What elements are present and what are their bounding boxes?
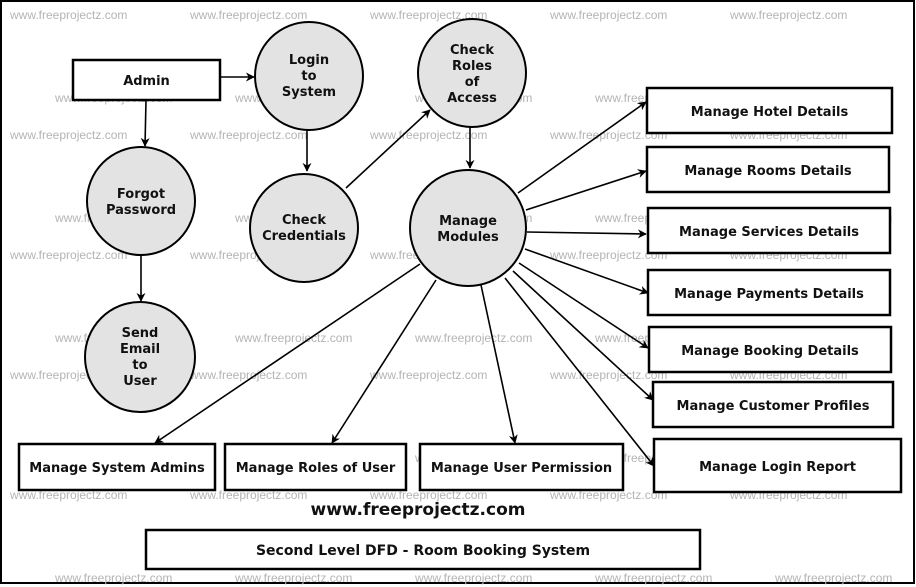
module-manage-services-details[interactable]: Manage Services Details <box>646 206 892 255</box>
module-manage-hotel-details[interactable]: Manage Hotel Details <box>645 86 894 135</box>
watermark-text: www.freeprojectz.com <box>189 128 307 142</box>
entity-admin[interactable]: Admin <box>71 58 222 102</box>
watermark-text: www.freeprojectz.com <box>189 8 307 22</box>
watermark-text: www.freeprojectz.com <box>9 8 127 22</box>
process-roles-line-3: of <box>465 75 480 90</box>
watermark-text: www.freeprojectz.com <box>549 8 667 22</box>
process-send-email-to-user[interactable]: Send Email to User <box>84 301 196 413</box>
site-url: www.freeprojectz.com <box>311 500 526 520</box>
module-hotel-label: Manage Hotel Details <box>691 105 849 120</box>
process-manage-modules[interactable]: Manage Modules <box>409 169 527 287</box>
process-forgot-line-1: Forgot <box>117 187 165 202</box>
process-check-roles-of-access[interactable]: Check Roles of Access <box>417 18 527 128</box>
module-manage-user-permission[interactable]: Manage User Permission <box>418 442 625 492</box>
module-manage-customer-profiles[interactable]: Manage Customer Profiles <box>651 380 895 429</box>
watermark-text: www.freeprojectz.com <box>774 571 892 585</box>
process-email-line-2: Email <box>120 342 160 357</box>
watermark-text: www.freeprojectz.com <box>9 248 127 262</box>
watermark-text: www.freeprojectz.com <box>234 331 352 345</box>
entity-admin-label: Admin <box>123 74 170 89</box>
diagram-title: Second Level DFD - Room Booking System <box>256 543 590 559</box>
process-email-line-1: Send <box>122 326 159 341</box>
watermark-text: www.freeprojectz.com <box>234 571 352 585</box>
diagram-title-box: Second Level DFD - Room Booking System <box>144 528 702 571</box>
process-modules-line-2: Modules <box>437 230 499 245</box>
watermark-text: www.freeprojectz.com <box>369 368 487 382</box>
module-services-label: Manage Services Details <box>679 225 859 240</box>
process-login-line-3: System <box>282 85 336 100</box>
process-roles-line-4: Access <box>447 91 497 106</box>
flow-arrow-admin-to-forgot <box>140 99 150 147</box>
watermark-text: www.freeprojectz.com <box>594 571 712 585</box>
module-manage-system-admins[interactable]: Manage System Admins <box>17 442 217 492</box>
dfd-canvas: www.freeprojectz.com www.freeprojectz.com… <box>0 0 915 585</box>
process-roles-line-2: Roles <box>452 59 492 74</box>
process-email-line-4: User <box>123 374 157 389</box>
module-permission-label: Manage User Permission <box>431 461 612 476</box>
process-email-line-3: to <box>132 358 147 373</box>
watermark-text: www.freeprojectz.com <box>9 128 127 142</box>
module-manage-booking-details[interactable]: Manage Booking Details <box>647 325 893 374</box>
module-booking-label: Manage Booking Details <box>681 344 859 359</box>
process-forgot-line-2: Password <box>106 203 176 218</box>
watermark-text: www.freeprojectz.com <box>414 571 532 585</box>
process-check-credentials[interactable]: Check Credentials <box>249 173 359 283</box>
module-rooms-label: Manage Rooms Details <box>684 164 852 179</box>
process-creds-line-1: Check <box>282 213 326 228</box>
module-sysadmins-label: Manage System Admins <box>29 461 205 476</box>
process-login-to-system[interactable]: Login to System <box>254 21 364 131</box>
process-login-line-1: Login <box>289 53 329 68</box>
module-userroles-label: Manage Roles of User <box>236 461 396 476</box>
process-forgot-password[interactable]: Forgot Password <box>86 146 196 256</box>
watermark-text: www.freeprojectz.com <box>414 331 532 345</box>
module-customers-label: Manage Customer Profiles <box>677 399 870 414</box>
module-manage-payments-details[interactable]: Manage Payments Details <box>646 268 892 317</box>
module-payments-label: Manage Payments Details <box>674 287 864 302</box>
module-manage-login-report[interactable]: Manage Login Report <box>652 437 903 494</box>
watermark-text: www.freeprojectz.com <box>54 571 172 585</box>
watermark-text: www.freeprojectz.com <box>729 8 847 22</box>
process-modules-line-1: Manage <box>439 214 497 229</box>
process-login-line-2: to <box>301 69 316 84</box>
process-roles-line-1: Check <box>450 43 494 58</box>
process-creds-line-2: Credentials <box>262 229 346 244</box>
module-manage-rooms-details[interactable]: Manage Rooms Details <box>645 145 891 194</box>
module-manage-roles-of-user[interactable]: Manage Roles of User <box>223 442 408 492</box>
module-loginreport-label: Manage Login Report <box>699 460 856 475</box>
